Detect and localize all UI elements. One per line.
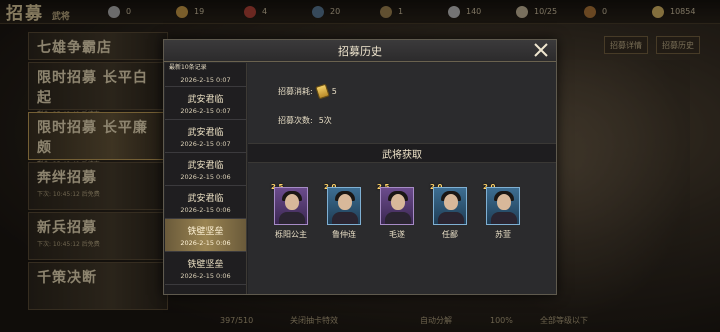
portrait-face xyxy=(444,194,458,210)
general-portrait xyxy=(433,187,467,225)
close-icon xyxy=(534,43,548,57)
portrait-body xyxy=(332,212,358,224)
history-item-name: 武安君临 xyxy=(187,193,224,204)
history-item-date: 2026-2-15 0:06 xyxy=(180,271,231,280)
portrait-body xyxy=(491,212,517,224)
section-header: 武将获取 xyxy=(248,143,556,163)
cost-value: 5 xyxy=(331,87,337,96)
general-name: 鲁仲连 xyxy=(332,230,356,239)
general-portrait xyxy=(327,187,361,225)
portrait-body xyxy=(385,212,411,224)
history-item[interactable]: 铁壁坚垒 2026-2-15 0:06 xyxy=(165,252,246,285)
close-button[interactable] xyxy=(532,42,550,60)
history-item[interactable]: 武安君临 2026-2-15 0:06 xyxy=(165,153,246,186)
history-item[interactable]: 武安君临 2026-2-15 0:06 xyxy=(165,186,246,219)
history-detail-panel: 招募消耗: 5 招募次数: 5次 武将获取 2.5栎阳公主2.0鲁仲连2.5毛遂… xyxy=(248,63,556,294)
history-item-date: 2026-2-15 0:07 xyxy=(180,139,231,148)
count-row: 招募次数: 5次 xyxy=(278,115,332,126)
history-item[interactable]: 2026-2-15 0:07 xyxy=(165,72,246,87)
portrait-body xyxy=(279,212,305,224)
history-list[interactable]: 最新10条记录 2026-2-15 0:07 武安君临 2026-2-15 0:07… xyxy=(165,63,247,294)
general-name: 苏萱 xyxy=(495,230,511,239)
portrait-face xyxy=(338,194,352,210)
history-item-name: 武安君临 xyxy=(187,160,224,171)
recruit-history-dialog: 招募历史 最新10条记录 2026-2-15 0:07 武安君临 2026-2-15… xyxy=(163,39,557,295)
portrait-body xyxy=(438,212,464,224)
general-name: 任鄙 xyxy=(442,230,458,239)
portrait-face xyxy=(285,194,299,210)
history-item[interactable]: 武安君临 2026-2-15 0:07 xyxy=(165,120,246,153)
general-card[interactable]: 2.0任鄙 xyxy=(430,183,473,240)
general-name: 栎阳公主 xyxy=(275,230,307,239)
history-item-date: 2026-2-15 0:06 xyxy=(180,172,231,181)
cost-row: 招募消耗: 5 xyxy=(278,83,337,100)
history-item-date: 2026-2-15 0:07 xyxy=(180,106,231,115)
general-portrait xyxy=(486,187,520,225)
cost-label: 招募消耗: xyxy=(278,87,313,96)
portrait-face xyxy=(497,194,511,210)
general-name: 毛遂 xyxy=(389,230,405,239)
history-header: 最新10条记录 xyxy=(169,64,207,71)
dialog-header: 招募历史 xyxy=(164,40,556,62)
history-item-name: 铁壁坚垒 xyxy=(187,259,224,270)
general-card[interactable]: 2.5栎阳公主 xyxy=(271,183,314,240)
portrait-face xyxy=(391,194,405,210)
general-card[interactable]: 2.0苏萱 xyxy=(483,183,526,240)
general-portrait xyxy=(274,187,308,225)
general-portrait xyxy=(380,187,414,225)
count-label: 招募次数: xyxy=(278,116,313,125)
general-card[interactable]: 2.5毛遂 xyxy=(377,183,420,240)
generals-grid: 2.5栎阳公主2.0鲁仲连2.5毛遂2.0任鄙2.0苏萱 xyxy=(271,183,554,247)
history-item-date: 2026-2-15 0:06 xyxy=(180,238,231,247)
history-item-date: 2026-2-15 0:06 xyxy=(180,205,231,214)
history-item-name: 铁壁坚垒 xyxy=(187,226,224,237)
history-item-name: 武安君临 xyxy=(187,94,224,105)
recruit-token-icon xyxy=(314,83,330,100)
history-item[interactable]: 武安君临 2026-2-15 0:07 xyxy=(165,87,246,120)
dialog-title: 招募历史 xyxy=(338,44,382,58)
count-value: 5次 xyxy=(318,116,332,125)
history-item-name: 武安君临 xyxy=(187,127,224,138)
history-item[interactable]: 铁壁坚垒 2026-2-15 0:06 xyxy=(165,219,246,252)
general-card[interactable]: 2.0鲁仲连 xyxy=(324,183,367,240)
history-item-date: 2026-2-15 0:07 xyxy=(180,76,231,84)
